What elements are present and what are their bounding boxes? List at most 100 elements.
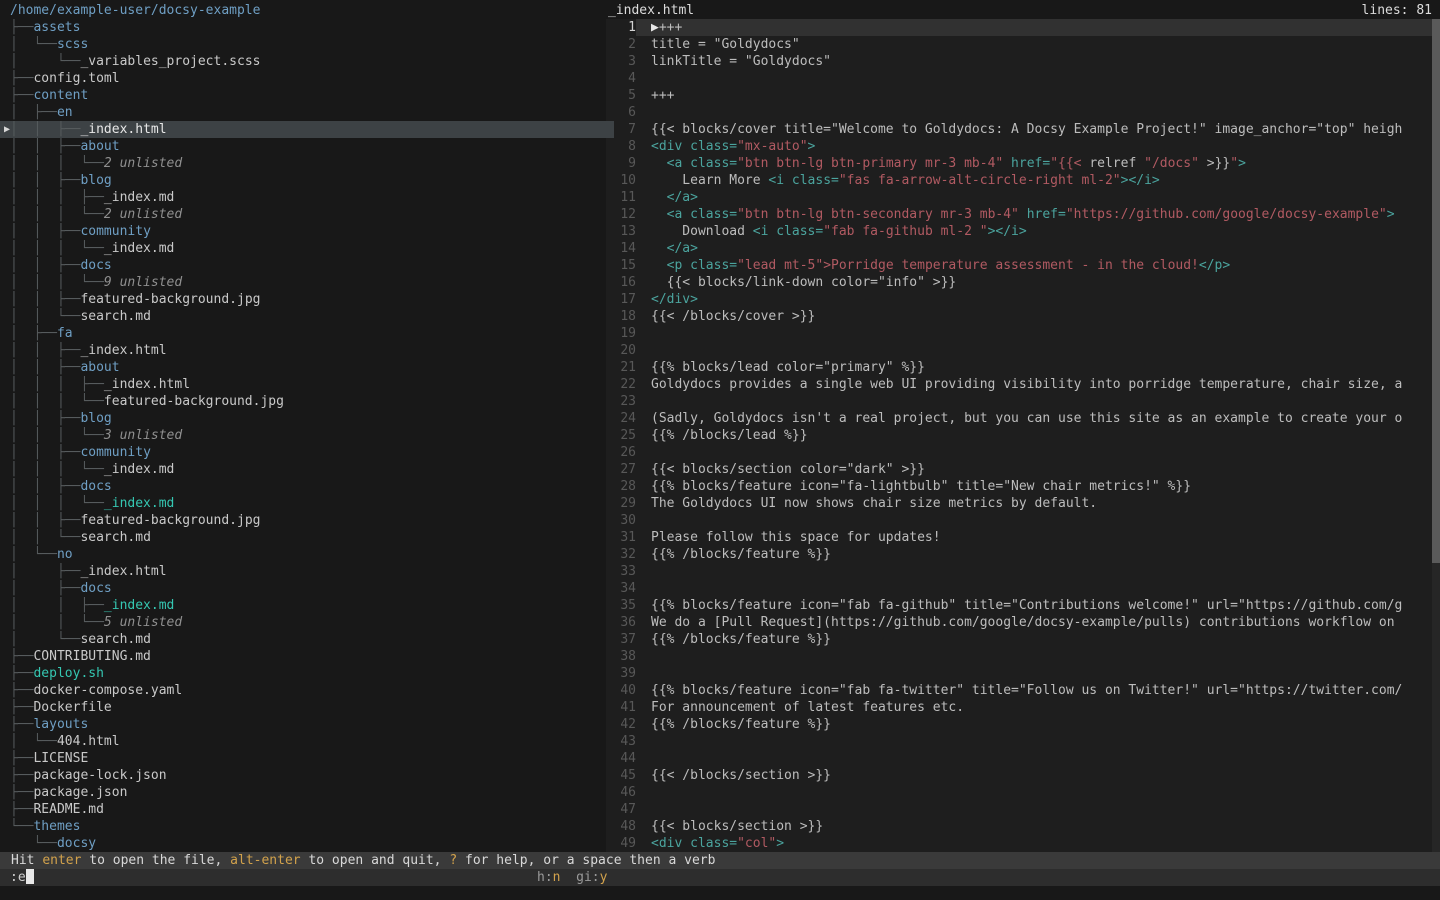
tree-item-name: _index.html bbox=[80, 122, 166, 137]
tree-item-prefix: ├── bbox=[10, 666, 33, 681]
text-cursor bbox=[26, 869, 34, 884]
code-line: 26 bbox=[606, 444, 1432, 461]
tree-item[interactable]: └──themes bbox=[0, 818, 614, 835]
tree-item-prefix: │ └── bbox=[10, 37, 57, 52]
tree-item[interactable]: │ └──_variables_project.scss bbox=[0, 53, 614, 70]
tree-item[interactable]: │ └──no bbox=[0, 546, 614, 563]
code-line: 28{{% blocks/feature icon="fa-lightbulb"… bbox=[606, 478, 1432, 495]
tree-item[interactable]: │ │ │ ├──_index.md bbox=[0, 189, 614, 206]
tree-item[interactable]: │ │ │ └──_index.md bbox=[0, 495, 614, 512]
tree-item[interactable]: │ │ │ └──2 unlisted bbox=[0, 206, 614, 223]
tree-item-prefix: │ │ └── bbox=[10, 615, 104, 630]
tree-item-name: README.md bbox=[33, 802, 103, 817]
command-input-line[interactable]: :e h:n gi:y bbox=[0, 869, 1440, 886]
tree-item[interactable]: │ └──search.md bbox=[0, 631, 614, 648]
line-content bbox=[636, 665, 1432, 682]
key-hint: enter bbox=[42, 853, 81, 868]
tree-item-prefix: └── bbox=[10, 819, 33, 834]
preview-scrollbar[interactable] bbox=[1432, 19, 1440, 852]
tree-item[interactable]: │ ├──en bbox=[0, 104, 614, 121]
tree-item-prefix: ├── bbox=[10, 683, 33, 698]
tree-item[interactable]: │ │ │ └──_index.md bbox=[0, 461, 614, 478]
tree-item[interactable]: ├──deploy.sh bbox=[0, 665, 614, 682]
tree-item-name: _index.md bbox=[104, 496, 174, 511]
tree-item[interactable]: │ │ └──search.md bbox=[0, 529, 614, 546]
tree-item[interactable]: │ │ ├──blog bbox=[0, 410, 614, 427]
tree-item[interactable]: └──docsy bbox=[0, 835, 614, 852]
tree-item-name: blog bbox=[80, 173, 111, 188]
tree-item[interactable]: │ ├──_index.html bbox=[0, 563, 614, 580]
tree-item-prefix: ├── bbox=[10, 785, 33, 800]
tree-item[interactable]: │ │ ├──about bbox=[0, 359, 614, 376]
tree-item[interactable]: ├──README.md bbox=[0, 801, 614, 818]
tree-item-prefix: │ │ │ └── bbox=[10, 394, 104, 409]
tree-item[interactable]: │ ├──fa bbox=[0, 325, 614, 342]
tree-item[interactable]: │ ├──docs bbox=[0, 580, 614, 597]
line-content: +++ bbox=[636, 87, 1432, 104]
tree-item[interactable]: │ │ │ └──2 unlisted bbox=[0, 155, 614, 172]
tree-item[interactable]: ├──package.json bbox=[0, 784, 614, 801]
tree-item[interactable]: │ │ ├──featured-background.jpg bbox=[0, 512, 614, 529]
status-text: for help, or a space then a verb bbox=[457, 853, 715, 868]
tree-item[interactable]: │ │ │ └──3 unlisted bbox=[0, 427, 614, 444]
tree-item[interactable]: ├──docker-compose.yaml bbox=[0, 682, 614, 699]
file-tree-pane: /home/example-user/docsy-example ├──asse… bbox=[0, 0, 614, 852]
tree-item[interactable]: │ │ ├──_index.md bbox=[0, 597, 614, 614]
tree-item-prefix: │ │ │ └── bbox=[10, 156, 104, 171]
line-content: <div class="mx-auto"> bbox=[636, 138, 1432, 155]
tree-item[interactable]: │ │ └──5 unlisted bbox=[0, 614, 614, 631]
command-input[interactable]: :e bbox=[10, 869, 34, 886]
tree-item[interactable]: ├──assets bbox=[0, 19, 614, 36]
tree-item[interactable]: │ └──scss bbox=[0, 36, 614, 53]
code-line: 48{{< blocks/section >}} bbox=[606, 818, 1432, 835]
tree-item[interactable]: │ │ ├──_index.html bbox=[0, 342, 614, 359]
tree-item-prefix: │ │ ├── bbox=[10, 122, 80, 137]
tree-item-name: about bbox=[80, 360, 119, 375]
tree-item-prefix: ├── bbox=[10, 20, 33, 35]
tree-item[interactable]: ├──LICENSE bbox=[0, 750, 614, 767]
tree-item[interactable]: │ │ │ └──9 unlisted bbox=[0, 274, 614, 291]
tree-item[interactable]: │ │ ├──about bbox=[0, 138, 614, 155]
line-content bbox=[636, 342, 1432, 359]
broot-terminal: /home/example-user/docsy-example ├──asse… bbox=[0, 0, 1440, 900]
tree-item-prefix: │ └── bbox=[10, 632, 80, 647]
tree-item[interactable]: ├──config.toml bbox=[0, 70, 614, 87]
code-line: 9 <a class="btn btn-lg btn-primary mr-3 … bbox=[606, 155, 1432, 172]
scrollbar-thumb[interactable] bbox=[1432, 19, 1440, 563]
tree-item[interactable]: │ │ ├──docs bbox=[0, 257, 614, 274]
flag-segment: y bbox=[600, 870, 608, 885]
tree-item[interactable]: ├──layouts bbox=[0, 716, 614, 733]
tree-item-name: _variables_project.scss bbox=[80, 54, 260, 69]
code-line: 13 Download <i class="fab fa-github ml-2… bbox=[606, 223, 1432, 240]
tree-item[interactable]: │ │ ├──featured-background.jpg bbox=[0, 291, 614, 308]
tree-item-prefix: │ │ │ └── bbox=[10, 207, 104, 222]
tree-item[interactable]: │ │ ├──community bbox=[0, 444, 614, 461]
tree-item-prefix: │ │ │ ├── bbox=[10, 377, 104, 392]
code-line: 27{{< blocks/section color="dark" >}} bbox=[606, 461, 1432, 478]
root-path: /home/example-user/docsy-example bbox=[0, 2, 614, 19]
tree-item-name: LICENSE bbox=[33, 751, 88, 766]
tree-item-name: _index.html bbox=[80, 564, 166, 579]
tree-item[interactable]: ├──CONTRIBUTING.md bbox=[0, 648, 614, 665]
tree-item[interactable]: ├──content bbox=[0, 87, 614, 104]
tree-item[interactable]: │ │ ├──blog bbox=[0, 172, 614, 189]
tree-item-name: community bbox=[80, 445, 150, 460]
code-line: 29The Goldydocs UI now shows chair size … bbox=[606, 495, 1432, 512]
line-content: {{% blocks/feature icon="fa-lightbulb" t… bbox=[636, 478, 1432, 495]
tree-item[interactable]: ├──package-lock.json bbox=[0, 767, 614, 784]
tree-item[interactable]: │ │ │ ├──_index.html bbox=[0, 376, 614, 393]
code-line: 39 bbox=[606, 665, 1432, 682]
tree-item[interactable]: │ │ └──search.md bbox=[0, 308, 614, 325]
tree-item[interactable]: │ └──404.html bbox=[0, 733, 614, 750]
line-content: <a class="btn btn-lg btn-secondary mr-3 … bbox=[636, 206, 1432, 223]
tree-item[interactable]: │ │ │ └──featured-background.jpg bbox=[0, 393, 614, 410]
tree-item-name: config.toml bbox=[33, 71, 119, 86]
tree-item[interactable]: │ │ ├──community bbox=[0, 223, 614, 240]
tree-item[interactable]: ├──Dockerfile bbox=[0, 699, 614, 716]
code-line: 22Goldydocs provides a single web UI pro… bbox=[606, 376, 1432, 393]
tree-item-prefix: │ ├── bbox=[10, 105, 57, 120]
tree-item[interactable]: ▶│ │ ├──_index.html bbox=[0, 121, 614, 138]
tree-item[interactable]: │ │ │ └──_index.md bbox=[0, 240, 614, 257]
tree-item-prefix: │ │ ├── bbox=[10, 479, 80, 494]
tree-item[interactable]: │ │ ├──docs bbox=[0, 478, 614, 495]
